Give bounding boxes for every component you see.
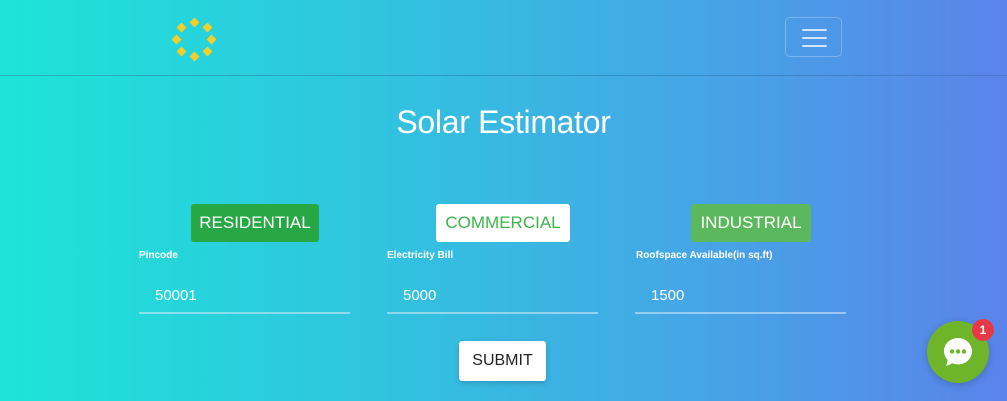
pincode-input[interactable]: [139, 278, 350, 314]
electricity-bill-label: Electricity Bill: [387, 250, 454, 261]
top-navbar: [0, 0, 1007, 76]
page-title: Solar Estimator: [396, 104, 611, 140]
pincode-label: Pincode: [139, 250, 178, 261]
submit-button[interactable]: SUBMIT: [459, 341, 546, 381]
hamburger-menu-icon: [802, 29, 827, 31]
residential-button[interactable]: RESIDENTIAL: [191, 204, 319, 242]
roofspace-label: Roofspace Available(in sq.ft): [636, 250, 773, 261]
commercial-button[interactable]: COMMERCIAL: [436, 204, 570, 242]
electricity-bill-input[interactable]: [387, 278, 598, 314]
chat-bubble-icon: [944, 338, 972, 366]
industrial-button[interactable]: INDUSTRIAL: [691, 204, 811, 242]
hamburger-menu-button[interactable]: [785, 17, 842, 57]
roofspace-input[interactable]: [635, 278, 846, 314]
sun-logo-icon[interactable]: [171, 17, 217, 62]
unread-count-badge: 1: [972, 319, 994, 341]
